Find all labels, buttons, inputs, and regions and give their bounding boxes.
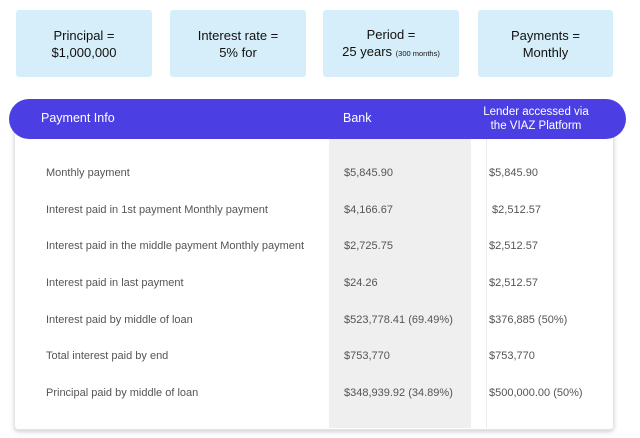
table-row: Interest paid in 1st payment Monthly pay…: [0, 201, 640, 219]
row-bank-value: $24.26: [344, 277, 378, 289]
row-label: Interest paid in the middle payment Mont…: [46, 240, 305, 252]
row-bank-value: $523,778.41 (69.49%): [344, 314, 453, 326]
table-row: Interest paid in the middle payment Mont…: [0, 237, 640, 255]
row-lender-value: $376,885 (50%): [489, 314, 568, 326]
row-label: Interest paid by middle of loan: [46, 314, 193, 326]
row-label: Interest paid in last payment: [46, 277, 184, 289]
period-card: Period = 25 years (300 months): [323, 10, 459, 77]
interest-rate-label: Interest rate =: [197, 27, 279, 43]
header-lender-line2: the VIAZ Platform: [490, 120, 582, 132]
row-lender-value: $5,845.90: [489, 167, 538, 179]
table-row: Interest paid in last payment $24.26 $2,…: [0, 274, 640, 292]
row-bank-value: $2,725.75: [344, 240, 393, 252]
payments-label: Payments =: [510, 27, 580, 43]
row-lender-value: $753,770: [489, 350, 535, 362]
row-lender-value: $2,512.57: [489, 204, 541, 216]
row-bank-value: $4,166.67: [344, 204, 393, 216]
header-lender-line1: Lender accessed via: [483, 106, 589, 118]
row-label: Principal paid by middle of loan: [46, 387, 199, 399]
row-lender-value: $500,000.00 (50%): [489, 387, 583, 399]
header-lender: Lender accessed via the VIAZ Platform: [471, 105, 601, 133]
header-payment-info: Payment Info: [41, 111, 115, 125]
principal-label: Principal =: [53, 27, 115, 43]
interest-rate-card: Interest rate = 5% for: [170, 10, 306, 77]
payments-card: Payments = Monthly: [478, 10, 613, 77]
table-row: Total interest paid by end $753,770 $753…: [0, 347, 640, 365]
principal-card: Principal = $1,000,000: [16, 10, 152, 77]
row-label: Interest paid in 1st payment Monthly pay…: [46, 204, 268, 216]
payment-comparison-table: [14, 112, 614, 430]
payments-value: Monthly: [522, 44, 569, 60]
period-value-line: 25 years (300 months): [342, 43, 440, 62]
period-value: 25 years: [342, 43, 393, 59]
interest-rate-value: 5% for: [219, 44, 257, 60]
header-bank: Bank: [343, 111, 372, 125]
period-months: (300 months): [395, 48, 440, 58]
table-row: Principal paid by middle of loan $348,93…: [0, 384, 640, 402]
table-row: Interest paid by middle of loan $523,778…: [0, 311, 640, 329]
row-lender-value: $2,512.57: [489, 277, 538, 289]
period-label: Period =: [366, 26, 416, 42]
principal-value: $1,000,000: [51, 44, 117, 60]
row-bank-value: $348,939.92 (34.89%): [344, 387, 453, 399]
row-bank-value: $753,770: [344, 350, 390, 362]
row-lender-value: $2,512.57: [489, 240, 538, 252]
table-row: Monthly payment $5,845.90 $5,845.90: [0, 164, 640, 182]
table-header: Payment Info Bank Lender accessed via th…: [9, 99, 626, 139]
row-label: Total interest paid by end: [46, 350, 169, 362]
row-bank-value: $5,845.90: [344, 167, 393, 179]
row-label: Monthly payment: [46, 167, 130, 179]
